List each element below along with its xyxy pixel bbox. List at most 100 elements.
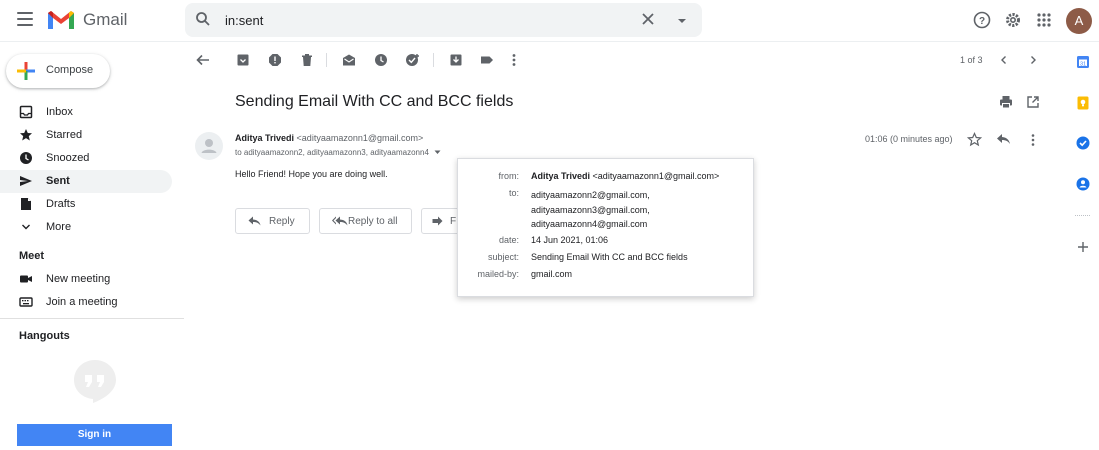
- search-bar: [185, 3, 702, 37]
- search-icon[interactable]: [195, 11, 211, 27]
- draft-icon: [21, 198, 31, 210]
- reply-icon[interactable]: [996, 133, 1011, 145]
- details-from-key: from:: [498, 171, 519, 181]
- video-icon: [20, 275, 32, 283]
- message-body: Hello Friend! Hope you are doing well.: [235, 169, 388, 179]
- details-to-value: adityaamazonn2@gmail.com,: [531, 190, 650, 200]
- sidebar-item-snoozed[interactable]: Snoozed: [0, 147, 172, 170]
- sender-email: <adityaamazonn1@gmail.com>: [296, 133, 424, 143]
- chevron-down-icon: [22, 224, 30, 230]
- meet-item-join-meeting[interactable]: Join a meeting: [0, 291, 172, 314]
- details-to-value: adityaamazonn3@gmail.com,: [531, 204, 650, 215]
- search-options-icon[interactable]: [677, 18, 687, 24]
- details-to-value: adityaamazonn4@gmail.com: [531, 219, 648, 229]
- reply-all-label: Reply to all: [348, 216, 398, 227]
- meet-item-new-meeting[interactable]: New meeting: [0, 268, 172, 291]
- clear-search-icon[interactable]: [641, 12, 655, 26]
- side-panel-rail: 31: [1066, 42, 1099, 450]
- reply-button[interactable]: Reply: [235, 208, 310, 234]
- sidebar-item-label: Sent: [46, 175, 70, 187]
- details-mailedby-key: mailed-by:: [477, 269, 519, 279]
- keep-icon[interactable]: [1076, 96, 1090, 110]
- add-to-tasks-icon[interactable]: [405, 53, 421, 67]
- details-from-value: Aditya Trivedi <adityaamazonn1@gmail.com…: [531, 171, 719, 181]
- clock-icon: [20, 152, 32, 164]
- details-subject-key: subject:: [487, 252, 519, 262]
- forward-label: F: [450, 216, 457, 227]
- newer-chevron-left-icon[interactable]: [999, 55, 1009, 65]
- tasks-icon[interactable]: [1076, 136, 1090, 150]
- details-mailedby-value: gmail.com: [531, 269, 573, 279]
- sidebar-item-sent[interactable]: Sent: [0, 170, 172, 193]
- forward-button[interactable]: F: [421, 208, 461, 234]
- report-spam-icon[interactable]: [268, 53, 282, 67]
- contacts-icon[interactable]: [1076, 177, 1090, 191]
- message-toolbar: [185, 42, 1050, 78]
- more-vertical-icon[interactable]: [511, 53, 517, 67]
- meet-item-label: New meeting: [46, 273, 111, 285]
- archive-icon[interactable]: [236, 53, 250, 67]
- person-placeholder-icon: [201, 139, 217, 153]
- hangouts-section-title: Hangouts: [19, 330, 70, 342]
- print-icon[interactable]: [999, 95, 1013, 109]
- help-icon[interactable]: ?: [973, 11, 991, 29]
- main-menu-icon[interactable]: [17, 12, 33, 26]
- compose-plus-icon: [17, 62, 35, 80]
- sidebar-item-more[interactable]: More: [0, 216, 172, 239]
- open-new-window-icon[interactable]: [1026, 95, 1040, 109]
- svg-text:?: ?: [979, 16, 985, 27]
- app-name[interactable]: Gmail: [83, 10, 127, 30]
- account-avatar[interactable]: A: [1066, 8, 1092, 34]
- move-to-icon[interactable]: [449, 53, 463, 67]
- sidebar-item-label: Starred: [46, 129, 83, 141]
- details-subject-value: Sending Email With CC and BCC fields: [531, 252, 688, 262]
- meet-section-title: Meet: [19, 250, 45, 262]
- gmail-app: Gmail ?: [0, 0, 1099, 450]
- toolbar-separator: [433, 53, 434, 67]
- hangouts-signin-button[interactable]: Sign in: [17, 424, 172, 446]
- sender-line: Aditya Trivedi <adityaamazonn1@gmail.com…: [235, 133, 423, 143]
- delete-trash-icon[interactable]: [300, 53, 314, 67]
- svg-text:31: 31: [1080, 61, 1086, 67]
- sidebar: Compose Inbox Starred Snoozed Sent Draft…: [0, 42, 184, 450]
- reply-icon: [248, 216, 261, 226]
- label-icon[interactable]: [480, 53, 494, 67]
- sidebar-item-starred[interactable]: Starred: [0, 124, 172, 147]
- recipients-text: to adityaamazonn2, adityaamazonn3, adity…: [235, 148, 429, 157]
- details-from-name: Aditya Trivedi: [531, 171, 591, 181]
- search-input[interactable]: [225, 10, 605, 30]
- sidebar-item-drafts[interactable]: Drafts: [0, 193, 172, 216]
- details-date-key: date:: [498, 235, 519, 245]
- details-date-value: 14 Jun 2021, 01:06: [531, 235, 609, 245]
- message-timestamp: 01:06 (0 minutes ago): [865, 134, 953, 144]
- sender-name[interactable]: Aditya Trivedi: [235, 133, 294, 143]
- details-from-email: <adityaamazonn1@gmail.com>: [592, 171, 720, 181]
- message-more-icon[interactable]: [1030, 133, 1036, 147]
- email-subject: Sending Email With CC and BCC fields: [235, 93, 514, 110]
- apps-grid-icon[interactable]: [1036, 11, 1052, 29]
- gmail-logo-icon[interactable]: [46, 9, 76, 31]
- settings-gear-icon[interactable]: [1004, 11, 1022, 29]
- sidebar-item-label: Inbox: [46, 106, 73, 118]
- sidebar-divider: [0, 318, 184, 319]
- compose-label: Compose: [46, 64, 94, 76]
- add-addon-plus-icon[interactable]: [1077, 241, 1089, 253]
- mark-unread-icon[interactable]: [342, 53, 356, 67]
- sidebar-item-inbox[interactable]: Inbox: [0, 101, 172, 124]
- sidebar-item-label: Drafts: [46, 198, 76, 210]
- sidebar-item-label: Snoozed: [46, 152, 90, 164]
- back-arrow-icon[interactable]: [196, 53, 210, 67]
- meet-item-label: Join a meeting: [46, 296, 118, 308]
- toolbar-separator: [326, 53, 327, 67]
- show-details-dropdown-icon[interactable]: [434, 150, 441, 155]
- reply-all-button[interactable]: Reply to all: [319, 208, 412, 234]
- older-chevron-right-icon[interactable]: [1028, 55, 1038, 65]
- recipients-line: to adityaamazonn2, adityaamazonn3, adity…: [235, 148, 441, 157]
- rail-separator: [1075, 215, 1090, 216]
- star-message-icon[interactable]: [967, 132, 982, 147]
- calendar-icon[interactable]: 31: [1076, 55, 1090, 69]
- keyboard-icon: [19, 297, 33, 307]
- inbox-icon: [19, 105, 33, 119]
- snooze-clock-icon[interactable]: [374, 53, 388, 67]
- compose-button[interactable]: Compose: [6, 54, 110, 88]
